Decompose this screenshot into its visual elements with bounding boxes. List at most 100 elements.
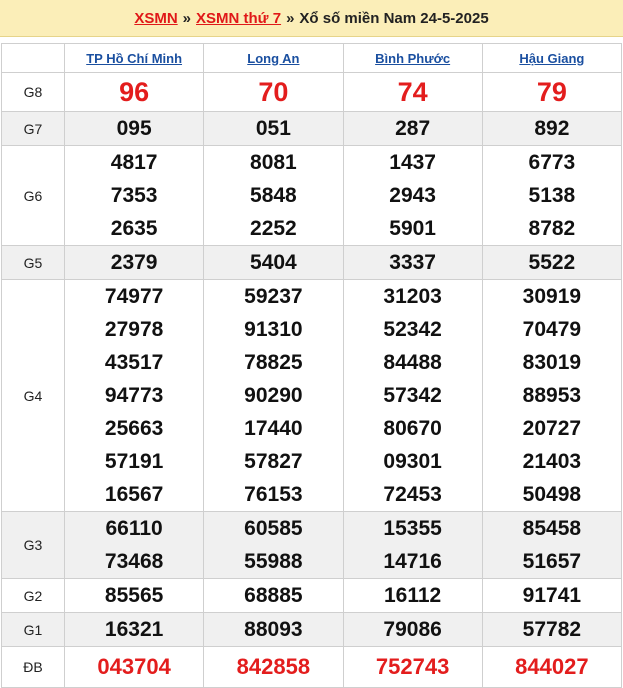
breadcrumb-separator: » [286,9,295,27]
result-number: 21403 [522,450,582,473]
result-number: 16567 [104,483,164,506]
result-number: 96 [119,77,150,107]
result-number: 2943 [389,184,436,207]
province-link[interactable]: Long An [247,51,299,66]
result-number: 50498 [522,483,582,506]
province-link[interactable]: Hậu Giang [519,51,584,66]
result-number: 4817 [110,151,158,174]
result-number: 5848 [250,184,297,207]
result-number: 20727 [522,417,582,440]
result-number: 6773 [528,151,576,174]
result-number: 095 [116,117,152,140]
prize-label: G7 [1,111,65,146]
result-number: 80670 [383,417,442,440]
result-number: 892 [534,117,570,140]
prize-label: G3 [1,511,65,579]
result-number: 57342 [383,384,442,407]
result-number: 43517 [104,351,164,374]
result-number: 70 [258,77,289,107]
result-number: 84488 [383,351,442,374]
prize-row-g7: G7 095 051 287 892 [1,111,623,146]
special-prize-number: 842858 [236,654,311,679]
result-number: 30919 [522,285,582,308]
result-number: 09301 [383,450,442,473]
result-number: 94773 [104,384,164,407]
prize-label: G1 [1,612,65,647]
result-number: 16321 [104,618,164,641]
result-number: 5901 [389,217,436,240]
result-number: 88093 [244,618,303,641]
result-number: 74 [397,77,428,107]
result-number: 55988 [244,550,303,573]
breadcrumb-link-xsmn-thu-7[interactable]: XSMN thứ 7 [196,10,281,27]
result-number: 79086 [383,618,442,641]
result-number: 85565 [104,584,164,607]
result-number: 52342 [383,318,442,341]
result-number: 2252 [250,217,297,240]
prize-row-special: ĐB 043704 842858 752743 844027 [1,646,623,688]
result-number: 25663 [104,417,164,440]
province-link[interactable]: TP Hồ Chí Minh [86,51,182,66]
result-number: 88953 [522,384,582,407]
prize-row-g2: G2 85565 68885 16112 91741 [1,578,623,613]
prize-row-g3: G3 66110 73468 60585 55988 15355 14716 8… [1,511,623,579]
result-number: 3337 [389,251,436,274]
prize-label: G2 [1,578,65,613]
results-table: TP Hồ Chí Minh Long An Bình Phước Hậu Gi… [1,43,623,688]
result-number: 57191 [104,450,164,473]
result-number: 51657 [522,550,582,573]
result-number: 74977 [104,285,164,308]
table-header-row: TP Hồ Chí Minh Long An Bình Phước Hậu Gi… [1,43,623,73]
result-number: 73468 [104,550,164,573]
special-prize-number: 752743 [375,654,450,679]
prize-row-g6: G6 4817 7353 2635 8081 5848 2252 1437 29… [1,145,623,246]
result-number: 59237 [244,285,303,308]
result-number: 57782 [522,618,582,641]
result-number: 91741 [522,584,582,607]
result-number: 7353 [110,184,158,207]
prize-label: G5 [1,245,65,280]
result-number: 60585 [244,517,303,540]
province-link[interactable]: Bình Phước [375,51,450,66]
result-number: 2379 [110,251,158,274]
result-number: 72453 [383,483,442,506]
prize-label: G8 [1,72,65,112]
result-number: 31203 [383,285,442,308]
province-header: Long An [203,43,344,73]
province-header: TP Hồ Chí Minh [63,43,205,73]
result-number: 8782 [528,217,576,240]
special-prize-number: 844027 [515,654,589,679]
breadcrumb-separator: » [182,9,192,27]
prize-row-g4: G4 74977 27978 43517 94773 25663 57191 1… [1,279,623,512]
result-number: 68885 [244,584,303,607]
result-number: 15355 [383,517,442,540]
result-number: 17440 [244,417,303,440]
result-number: 5522 [528,251,576,274]
prize-label: ĐB [1,646,65,688]
special-prize-number: 043704 [97,654,171,679]
result-number: 57827 [244,450,303,473]
page-title: Xổ số miền Nam 24-5-2025 [299,9,489,27]
result-number: 78825 [244,351,303,374]
province-header: Bình Phước [342,43,483,73]
result-number: 16112 [384,584,442,607]
result-number: 90290 [244,384,303,407]
result-number: 5404 [250,251,297,274]
province-header: Hậu Giang [481,43,623,73]
prize-row-g5: G5 2379 5404 3337 5522 [1,245,623,280]
breadcrumb-link-xsmn[interactable]: XSMN [134,10,177,27]
result-number: 85458 [522,517,582,540]
result-number: 8081 [250,151,297,174]
breadcrumb: XSMN » XSMN thứ 7 » Xổ số miền Nam 24-5-… [0,0,623,37]
result-number: 14716 [383,550,442,573]
result-number: 91310 [244,318,303,341]
result-number: 79 [536,77,567,107]
prize-row-g1: G1 16321 88093 79086 57782 [1,612,623,647]
result-number: 1437 [389,151,436,174]
result-number: 66110 [105,517,163,540]
result-number: 051 [255,117,291,140]
result-number: 76153 [244,483,303,506]
result-number: 5138 [528,184,576,207]
result-number: 287 [395,117,431,140]
prize-label: G6 [1,145,65,246]
